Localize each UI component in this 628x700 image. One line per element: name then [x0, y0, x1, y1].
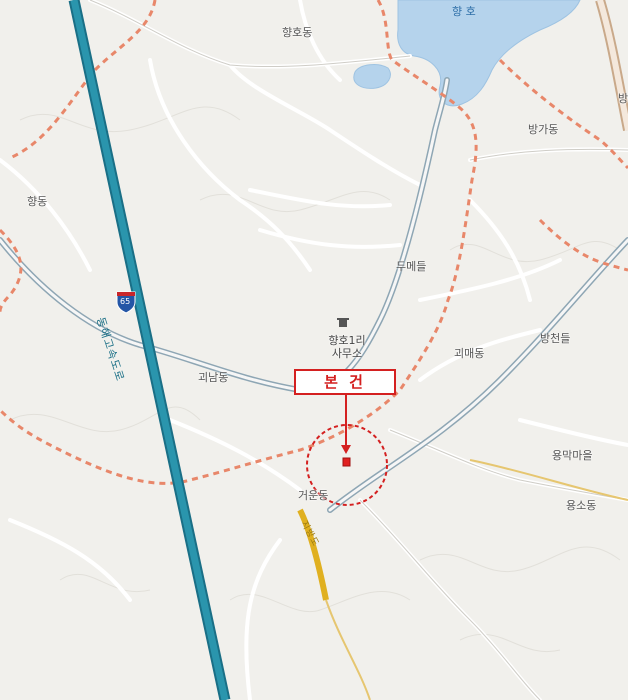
national-road — [597, 0, 628, 131]
subject-parcel — [342, 457, 351, 467]
place-label-goenam-dong: 괴남동 — [198, 371, 229, 384]
secondary-road-east — [469, 459, 628, 501]
office-label: 향호1리 사무소 — [322, 334, 372, 360]
marker-arrow-head — [341, 445, 351, 454]
office-label-line2: 사무소 — [331, 347, 363, 360]
place-label-banga-dong: 방가동 — [528, 123, 559, 136]
lake-label: 향 호 — [452, 5, 476, 18]
subject-marker-label[interactable]: 본 건 — [294, 369, 396, 395]
place-label-bangcheon-deul: 방천들 — [540, 332, 571, 345]
place-label-hyang-dong: 향동 — [27, 195, 48, 208]
office-label-line1: 향호1리 — [328, 334, 366, 347]
map-layer — [0, 0, 628, 700]
local-road-continuation — [325, 599, 371, 700]
place-label-geoeun-dong: 거운동 — [298, 489, 329, 502]
map-canvas[interactable]: 향 호 향호동 방가동 방 향동 두메들 방천들 괴매동 괴남동 용막마을 용소… — [0, 0, 628, 700]
highway-65-inner — [70, 0, 229, 700]
place-label-dume-deul: 두메들 — [396, 260, 427, 273]
place-label-edge: 방 — [618, 92, 628, 105]
highway-shield-number: 65 — [120, 297, 131, 306]
place-label-yongso-dong: 용소동 — [566, 499, 597, 512]
place-label-hyangho-dong: 향호동 — [282, 26, 313, 39]
place-label-goemae-dong: 괴매동 — [454, 347, 485, 360]
small-pond — [353, 64, 391, 89]
hyangho-lake — [397, 0, 581, 107]
place-label-yongmak-maeul: 용막마을 — [552, 449, 593, 462]
office-icon — [337, 318, 349, 327]
